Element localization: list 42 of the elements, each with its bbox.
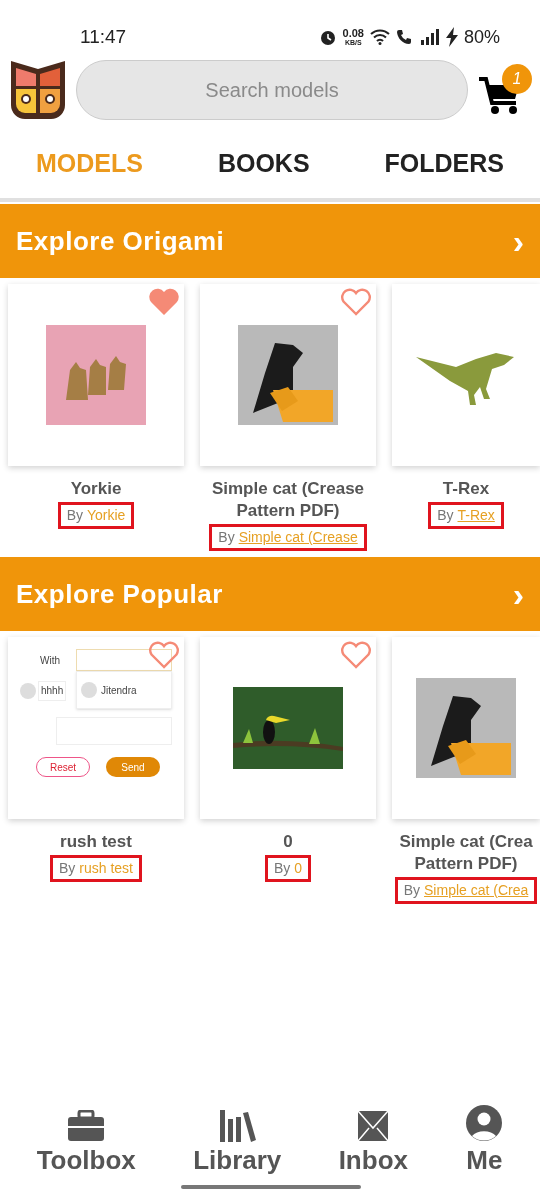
model-title: 0: [283, 831, 293, 853]
clock: 11:47: [80, 24, 127, 49]
nav-tab[interactable]: Toolbox: [36, 1110, 136, 1176]
model-card[interactable]: [200, 284, 376, 466]
network-speed: 0.08: [342, 28, 364, 39]
books-icon: [218, 1110, 257, 1142]
signal-icon: [419, 29, 440, 45]
owl-book-logo: [8, 59, 68, 121]
model-title: Yorkie: [70, 478, 122, 500]
user-avatar-icon: [465, 1104, 504, 1142]
section-title: Explore Popular: [16, 577, 223, 611]
screenshot-send-button: Send: [106, 757, 160, 777]
model-title: T-Rex: [442, 478, 490, 500]
model-title: rush test: [60, 831, 132, 853]
nav-tab[interactable]: Me: [465, 1104, 504, 1176]
heart-outline-icon[interactable]: [340, 288, 372, 316]
wifi-icon: [369, 29, 390, 45]
tab[interactable]: FOLDERS: [384, 145, 504, 183]
avatar-placeholder: [20, 683, 36, 699]
tab[interactable]: BOOKS: [217, 145, 310, 183]
screenshot-field-value: hhhh: [38, 681, 67, 701]
nav-tab[interactable]: Inbox: [338, 1110, 408, 1176]
model-card[interactable]: With hhhh Jitendra Reset Send: [8, 637, 184, 819]
alarm-icon: [318, 28, 337, 46]
search-field[interactable]: Search models: [76, 60, 468, 120]
model-title: Simple cat (Crease Pattern PDF): [210, 478, 366, 522]
model-card[interactable]: [392, 637, 540, 819]
envelope-icon: [357, 1110, 390, 1142]
heart-outline-icon[interactable]: [148, 641, 180, 669]
screenshot-label: With: [40, 654, 60, 668]
avatar-placeholder: [81, 682, 97, 698]
cart-count-badge: 1: [502, 64, 532, 94]
nav-tab[interactable]: Library: [193, 1110, 282, 1176]
heart-outline-icon[interactable]: [340, 641, 372, 669]
section-title: Explore Origami: [16, 224, 225, 258]
heart-icon[interactable]: [148, 288, 180, 316]
model-card[interactable]: [200, 637, 376, 819]
toolbox-icon: [67, 1110, 106, 1142]
suggestion-name: Jitendra: [101, 683, 137, 698]
model-title: Simple cat (Crea Pattern PDF): [398, 831, 534, 875]
charging-icon: [445, 27, 458, 47]
battery-level: 80%: [463, 25, 500, 49]
